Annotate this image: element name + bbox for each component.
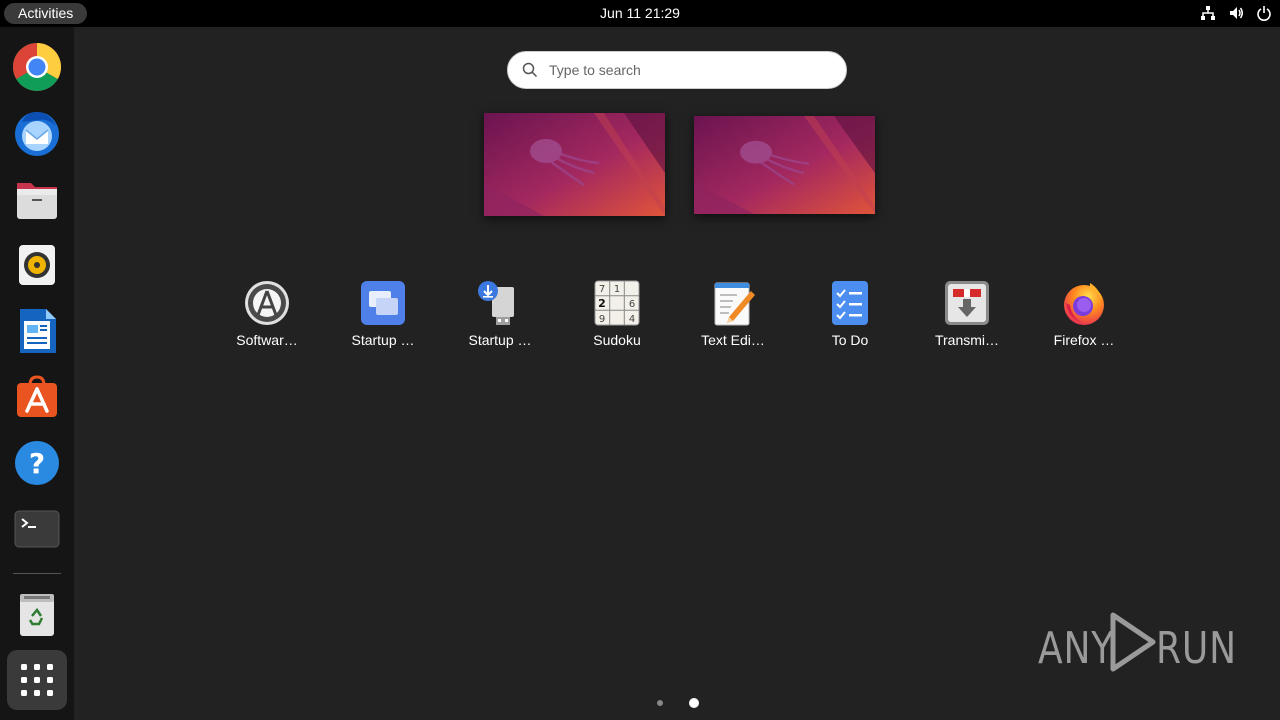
dock-separator <box>13 573 61 574</box>
app-label: To Do <box>831 332 869 348</box>
app-label: Softwar… <box>236 332 298 348</box>
app-grid-icon <box>21 664 53 696</box>
app-software-updater[interactable]: Softwar… <box>217 273 317 363</box>
watermark-text-run: RUN <box>1156 623 1237 674</box>
dock-item-chrome[interactable] <box>7 37 67 97</box>
app-to-do[interactable]: To Do <box>800 273 900 363</box>
dock-item-ubuntu-software[interactable] <box>7 367 67 427</box>
clock-label[interactable]: Jun 11 21:29 <box>600 5 680 21</box>
top-bar: Activities Jun 11 21:29 <box>0 0 1280 27</box>
app-startup-applications[interactable]: Startup … <box>333 273 433 363</box>
startup-disk-creator-icon <box>478 281 514 325</box>
app-startup-disk-creator[interactable]: Startup … <box>450 273 550 363</box>
svg-text:6: 6 <box>629 299 635 310</box>
svg-text:?: ? <box>29 447 45 480</box>
dock-item-help[interactable]: ? <box>7 433 67 493</box>
show-applications-button[interactable] <box>7 650 67 710</box>
activities-overview: ? Type to search Softwar… Startup … Star… <box>0 27 1280 720</box>
svg-text:2: 2 <box>598 297 606 310</box>
watermark-text-any: ANY <box>1038 623 1115 674</box>
startup-applications-icon <box>361 281 405 325</box>
network-icon[interactable] <box>1200 5 1216 21</box>
dock-item-rhythmbox[interactable] <box>7 235 67 295</box>
dock-item-terminal[interactable] <box>7 499 67 559</box>
software-updater-icon <box>245 281 289 325</box>
clock: Jun 11 21:29 <box>0 0 1280 27</box>
jellyfish-wallpaper <box>694 116 875 214</box>
app-sudoku[interactable]: 7 1 2 6 9 4 Sudoku <box>567 273 667 363</box>
dock-item-writer[interactable] <box>7 301 67 361</box>
help-icon: ? <box>15 441 59 485</box>
dock-item-thunderbird[interactable] <box>7 103 67 163</box>
play-triangle-icon <box>1110 612 1156 672</box>
app-transmission[interactable]: Transmi… <box>917 273 1017 363</box>
app-label: Transmi… <box>934 332 1000 348</box>
app-firefox[interactable]: Firefox … <box>1034 273 1134 363</box>
dock-item-files[interactable] <box>7 169 67 229</box>
app-label: Sudoku <box>593 332 641 348</box>
files-icon <box>17 183 57 219</box>
page-indicator-1[interactable] <box>657 700 663 706</box>
dock-item-trash[interactable] <box>7 584 67 644</box>
terminal-icon <box>14 510 60 548</box>
system-tray[interactable] <box>1200 4 1272 22</box>
app-label: Firefox … <box>1053 332 1115 348</box>
sudoku-icon: 7 1 2 6 9 4 <box>594 280 640 326</box>
svg-text:7: 7 <box>599 284 605 295</box>
app-label: Startup … <box>468 332 532 348</box>
svg-text:4: 4 <box>629 314 635 325</box>
transmission-icon <box>945 281 989 325</box>
svg-text:1: 1 <box>614 284 620 295</box>
app-text-editor[interactable]: Text Edi… <box>683 273 783 363</box>
dock: ? <box>0 27 74 720</box>
power-icon[interactable] <box>1256 5 1272 21</box>
app-label: Text Edi… <box>701 332 765 348</box>
text-editor-icon <box>714 282 755 326</box>
volume-icon[interactable] <box>1228 5 1244 21</box>
chrome-icon <box>12 42 62 92</box>
app-label: Startup … <box>351 332 415 348</box>
activities-button[interactable]: Activities <box>4 3 88 24</box>
jellyfish-wallpaper <box>484 113 665 216</box>
rhythmbox-icon <box>19 245 55 285</box>
search-bar[interactable] <box>507 51 847 89</box>
firefox-icon <box>1064 283 1104 325</box>
app-center-icon <box>17 375 57 417</box>
page-indicator-2-active[interactable] <box>689 698 699 708</box>
thunderbird-icon <box>15 112 59 156</box>
workspace-thumbnail-1[interactable] <box>484 113 665 216</box>
svg-text:9: 9 <box>599 314 605 325</box>
search-input[interactable] <box>549 62 829 78</box>
trash-icon <box>20 594 54 636</box>
todo-icon <box>832 281 868 325</box>
workspace-thumbnail-2[interactable] <box>694 116 875 214</box>
writer-icon <box>20 309 56 353</box>
search-icon <box>522 62 538 78</box>
anyrun-watermark: ANY RUN <box>1038 611 1237 674</box>
